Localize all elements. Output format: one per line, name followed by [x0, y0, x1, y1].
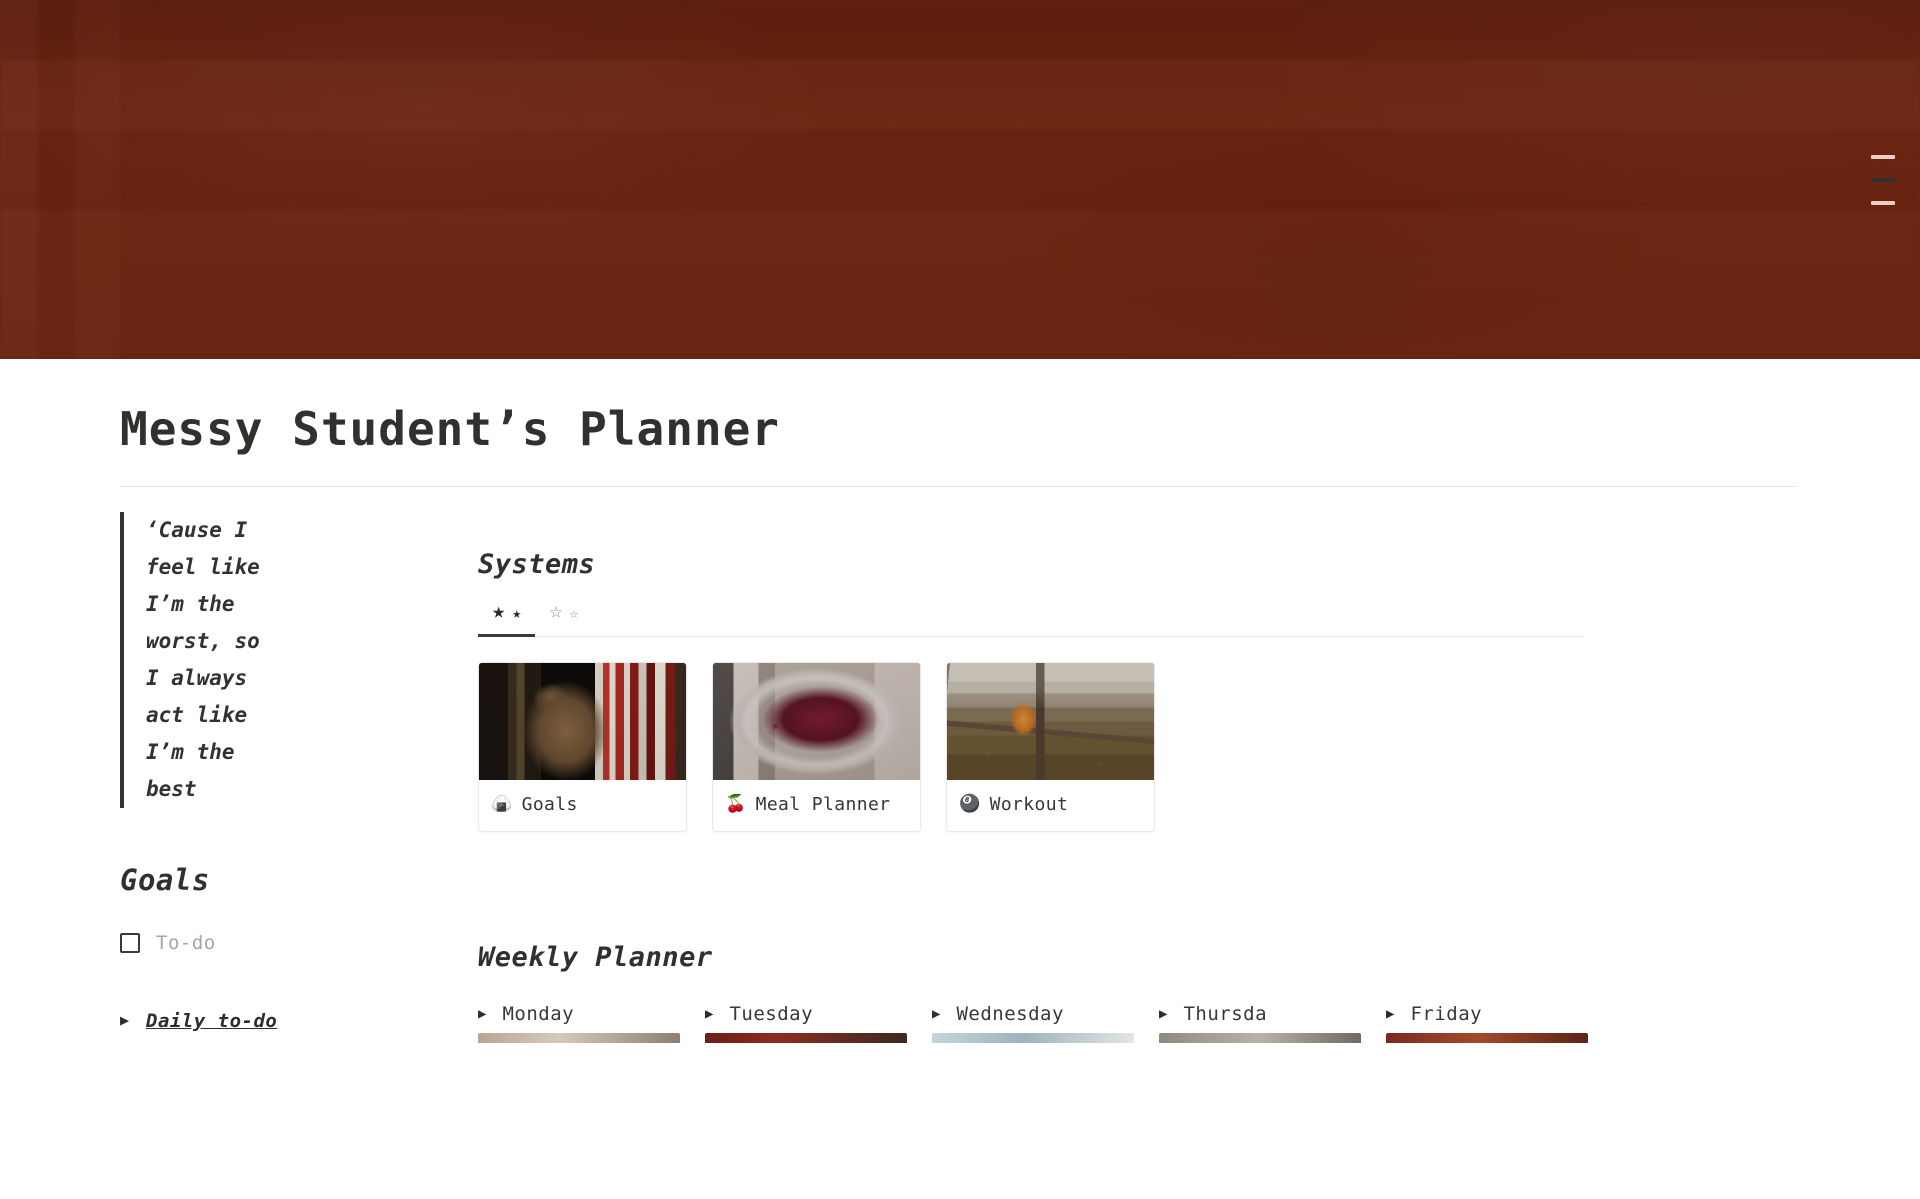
card-meal-planner[interactable]: 🍒 Meal Planner — [712, 661, 921, 832]
hamburger-menu-icon[interactable] — [1869, 155, 1897, 205]
star-outline-large-icon: ☆ — [549, 598, 563, 624]
star-outline-small-icon: ☆ — [569, 603, 579, 622]
page-title: Messy Student’s Planner — [120, 402, 780, 456]
chevron-right-icon: ▶ — [932, 1005, 941, 1022]
star-filled-large-icon: ★ — [492, 598, 506, 624]
systems-cards: 🍙 Goals 🍒 Meal Planner 🎱 Workout — [478, 661, 1800, 832]
day-toggle-monday[interactable]: ▶ Monday — [478, 1003, 680, 1033]
menu-bar-top — [1871, 155, 1895, 159]
star-filled-small-icon: ★ — [512, 603, 522, 622]
day-label-friday: Friday — [1410, 1002, 1483, 1025]
tab-two-stars-outline[interactable]: ☆ ☆ — [535, 599, 592, 636]
systems-heading: Systems — [478, 548, 596, 580]
day-column-monday: ▶ Monday — [478, 1003, 680, 1043]
chevron-right-icon: ▶ — [1159, 1005, 1168, 1022]
quote-block: ‘Cause I feel like I’m the worst, so I a… — [120, 511, 280, 808]
content-columns: ‘Cause I feel like I’m the worst, so I a… — [120, 487, 1800, 1043]
day-toggle-tuesday[interactable]: ▶ Tuesday — [705, 1003, 907, 1033]
card-label-meal-planner: 🍒 Meal Planner — [713, 780, 920, 831]
daily-todo-label: Daily to-do — [146, 1009, 278, 1032]
card-title-workout: Workout — [989, 793, 1069, 815]
cover-banner — [0, 0, 1920, 359]
day-preview-wednesday — [932, 1032, 1134, 1043]
todo-item[interactable]: To-do — [120, 932, 436, 954]
tab-two-stars-filled[interactable]: ★ ★ — [478, 598, 536, 637]
card-workout[interactable]: 🎱 Workout — [946, 661, 1155, 832]
menu-bar-middle — [1871, 178, 1895, 182]
chevron-right-icon: ▶ — [705, 1005, 714, 1022]
todo-label: To-do — [156, 931, 216, 954]
todo-checkbox[interactable] — [120, 932, 140, 953]
chevron-right-icon: ▶ — [120, 1011, 130, 1030]
card-image-meal-planner — [713, 662, 920, 780]
daily-todo-toggle[interactable]: ▶ Daily to-do — [120, 1010, 436, 1032]
card-label-workout: 🎱 Workout — [947, 780, 1154, 831]
day-toggle-friday[interactable]: ▶ Friday — [1386, 1003, 1588, 1033]
weekly-planner-heading: Weekly Planner — [478, 941, 713, 973]
day-preview-tuesday — [705, 1032, 907, 1043]
chevron-right-icon: ▶ — [478, 1005, 487, 1022]
day-preview-monday — [478, 1032, 680, 1043]
eight-ball-icon: 🎱 — [959, 793, 981, 814]
day-label-wednesday: Wednesday — [956, 1002, 1064, 1025]
chevron-right-icon: ▶ — [1386, 1005, 1395, 1022]
card-label-goals: 🍙 Goals — [479, 780, 686, 831]
right-column: Systems ★ ★ ☆ ☆ 🍙 Goals 🍒 Meal Planner 🎱… — [436, 487, 1800, 1043]
day-column-wednesday: ▶ Wednesday — [932, 1003, 1134, 1043]
day-column-tuesday: ▶ Tuesday — [705, 1003, 907, 1043]
card-title-meal-planner: Meal Planner — [755, 793, 891, 815]
day-toggle-wednesday[interactable]: ▶ Wednesday — [932, 1003, 1134, 1033]
rice-ball-icon: 🍙 — [491, 793, 513, 814]
day-column-friday: ▶ Friday — [1386, 1003, 1588, 1043]
cover-vignette — [0, 0, 1920, 359]
weekly-planner-section: Weekly Planner ▶ Monday ▶ Tuesday ▶ Wedn… — [478, 942, 1800, 1043]
card-goals[interactable]: 🍙 Goals — [478, 661, 687, 832]
day-label-tuesday: Tuesday — [729, 1002, 814, 1025]
card-image-goals — [479, 662, 686, 780]
left-column: ‘Cause I feel like I’m the worst, so I a… — [120, 487, 436, 1032]
card-title-goals: Goals — [521, 793, 578, 815]
day-column-thursday: ▶ Thursda — [1159, 1003, 1361, 1043]
weekly-planner-days: ▶ Monday ▶ Tuesday ▶ Wednesday ▶ Thursda… — [478, 1003, 1800, 1043]
day-preview-thursday — [1159, 1032, 1361, 1043]
day-toggle-thursday[interactable]: ▶ Thursda — [1159, 1003, 1361, 1033]
goals-heading: Goals — [120, 862, 210, 897]
page-content: Messy Student’s Planner ‘Cause I feel li… — [0, 403, 1920, 1043]
menu-bar-bottom — [1871, 201, 1895, 205]
day-label-monday: Monday — [502, 1002, 575, 1025]
systems-tabbar: ★ ★ ☆ ☆ — [478, 599, 1583, 637]
day-preview-friday — [1386, 1032, 1588, 1043]
card-image-workout — [947, 662, 1154, 780]
day-label-thursday: Thursda — [1183, 1002, 1268, 1025]
cherries-icon: 🍒 — [725, 793, 747, 814]
